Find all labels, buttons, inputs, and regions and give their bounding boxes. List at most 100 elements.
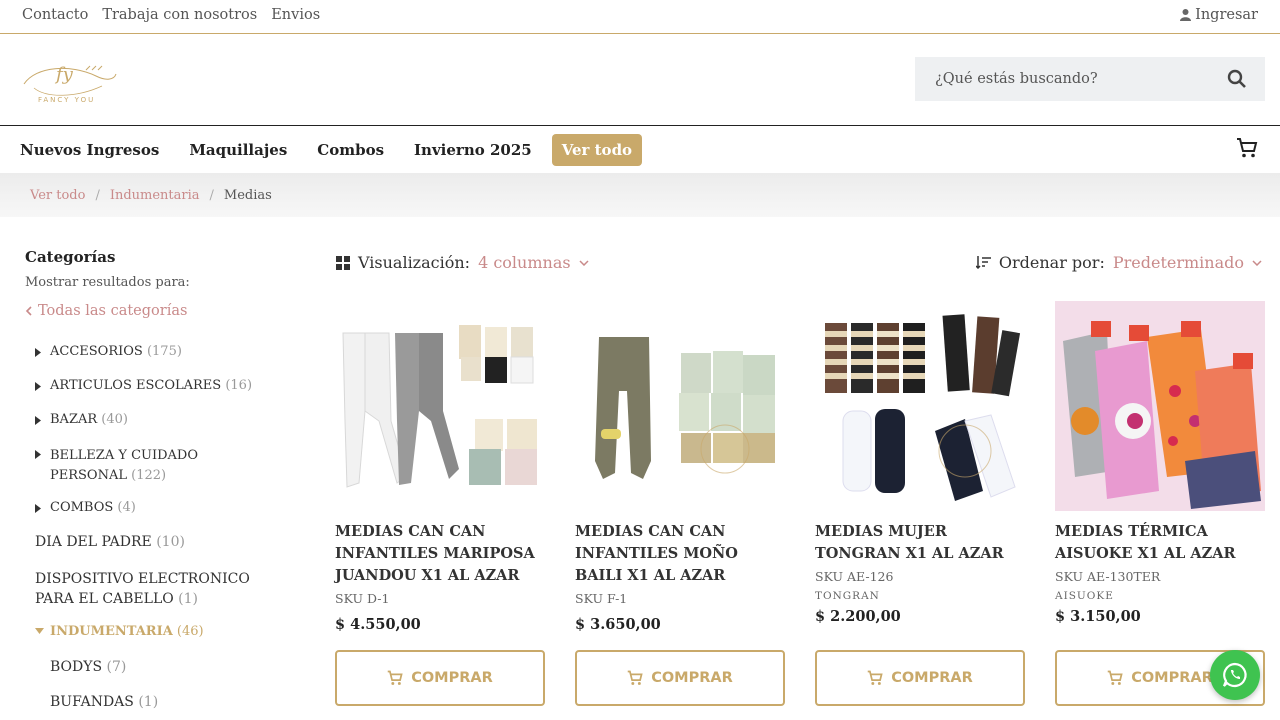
sidebar-title: Categorías <box>25 248 116 266</box>
sort-selector[interactable]: Ordenar por: Predeterminado <box>975 253 1262 272</box>
view-selector[interactable]: Visualización: 4 columnas <box>336 253 589 272</box>
product-sku: SKU AE-126 <box>815 569 894 584</box>
category-count: (10) <box>156 534 185 550</box>
chevron-down-icon <box>1252 259 1262 266</box>
logo-text: FANCY YOU <box>38 96 96 104</box>
category-bodys[interactable]: BODYS (7) <box>50 659 126 675</box>
whatsapp-icon <box>1222 662 1247 688</box>
product-title[interactable]: MEDIAS MUJER TONGRAN X1 AL AZAR <box>815 521 1025 565</box>
work-with-us-link[interactable]: Trabaja con nosotros <box>102 7 257 23</box>
product-title[interactable]: MEDIAS CAN CAN INFANTILES MARIPOSA JUAND… <box>335 521 545 587</box>
view-value: 4 columnas <box>478 253 571 272</box>
grid-icon <box>336 255 350 270</box>
caret-right-icon <box>35 344 50 359</box>
buy-button[interactable]: COMPRAR <box>575 650 785 706</box>
nav-combos[interactable]: Combos <box>317 141 384 159</box>
sort-label: Ordenar por: <box>998 253 1105 272</box>
caret-down-icon <box>35 624 50 639</box>
caret-right-icon <box>35 378 50 393</box>
search-input[interactable] <box>935 71 1215 87</box>
top-bar: Contacto Trabaja con nosotros Envios Ing… <box>0 0 1280 34</box>
cart-icon[interactable] <box>1236 137 1258 159</box>
category-count: (1) <box>178 591 199 607</box>
sort-value: Predeterminado <box>1112 253 1244 272</box>
product-card: MEDIAS CAN CAN INFANTILES MARIPOSA JUAND… <box>335 301 545 633</box>
nav-winter-2025[interactable]: Invierno 2025 <box>414 141 532 159</box>
product-image[interactable] <box>815 301 1025 511</box>
nav-makeup[interactable]: Maquillajes <box>189 141 287 159</box>
buy-label: COMPRAR <box>891 670 973 686</box>
product-image[interactable] <box>1055 301 1265 511</box>
category-name: ARTICULOS ESCOLARES <box>50 378 222 393</box>
product-brand: AISUOKE <box>1055 590 1114 602</box>
whatsapp-button[interactable] <box>1210 650 1260 700</box>
shipping-link[interactable]: Envios <box>271 7 320 23</box>
category-fathers-day[interactable]: DIA DEL PADRE (10) <box>35 534 185 550</box>
svg-text:fy: fy <box>54 64 74 85</box>
category-count: (46) <box>176 624 204 639</box>
category-name: INDUMENTARIA <box>50 624 173 639</box>
product-image[interactable] <box>575 301 785 511</box>
view-all-button[interactable]: Ver todo <box>551 133 643 166</box>
category-sidebar: Categorías Mostrar resultados para: Toda… <box>25 248 285 319</box>
category-count: (7) <box>106 659 127 675</box>
all-categories-label: Todas las categorías <box>38 303 188 319</box>
breadcrumb-view-all[interactable]: Ver todo <box>30 188 85 203</box>
category-school-supplies[interactable]: ARTICULOS ESCOLARES (16) <box>35 378 252 393</box>
product-price: $ 3.150,00 <box>1055 608 1141 625</box>
category-name: ACCESORIOS <box>50 344 143 359</box>
category-scarves[interactable]: BUFANDAS (1) <box>50 694 158 710</box>
caret-right-icon <box>35 446 50 486</box>
category-count: (40) <box>101 412 128 427</box>
search-bar <box>915 57 1265 101</box>
user-icon <box>1180 9 1192 21</box>
product-sku: SKU AE-130TER <box>1055 569 1161 584</box>
all-categories-link[interactable]: Todas las categorías <box>25 303 285 319</box>
category-name: BELLEZA Y CUIDADO PERSONAL <box>50 448 198 483</box>
buy-label: COMPRAR <box>411 670 493 686</box>
buy-button[interactable]: COMPRAR <box>335 650 545 706</box>
chevron-left-icon <box>25 306 32 316</box>
category-beauty[interactable]: BELLEZA Y CUIDADO PERSONAL (122) <box>35 446 275 486</box>
sort-icon <box>975 256 991 269</box>
product-sku: SKU F-1 <box>575 591 628 606</box>
product-image[interactable] <box>335 301 545 511</box>
cart-icon <box>387 670 403 685</box>
category-combos[interactable]: COMBOS (4) <box>35 500 136 515</box>
buy-button[interactable]: COMPRAR <box>815 650 1025 706</box>
breadcrumb-current: Medias <box>223 187 272 203</box>
listing-toolbar: Visualización: 4 columnas Ordenar por: P… <box>336 253 1266 277</box>
category-name: BAZAR <box>50 412 98 427</box>
category-count: (175) <box>146 344 182 359</box>
category-name: DIA DEL PADRE <box>35 534 152 550</box>
breadcrumb-separator: / <box>209 187 214 203</box>
category-name: COMBOS <box>50 500 114 515</box>
nav-new-arrivals[interactable]: Nuevos Ingresos <box>20 141 159 159</box>
category-hair-device[interactable]: DISPOSITIVO ELECTRONICO PARA EL CABELLO … <box>35 569 285 609</box>
product-price: $ 4.550,00 <box>335 616 421 633</box>
login-link[interactable]: Ingresar <box>1180 7 1258 23</box>
chevron-down-icon <box>579 259 589 266</box>
category-count: (16) <box>225 378 253 393</box>
breadcrumb-separator: / <box>95 187 100 203</box>
category-count: (122) <box>131 468 167 483</box>
category-bazar[interactable]: BAZAR (40) <box>35 412 128 427</box>
category-count: (1) <box>138 694 159 710</box>
product-title[interactable]: MEDIAS TÉRMICA AISUOKE X1 AL AZAR <box>1055 521 1265 565</box>
buy-label: COMPRAR <box>1131 670 1213 686</box>
category-name: BODYS <box>50 659 103 675</box>
category-accessories[interactable]: ACCESORIOS (175) <box>35 344 182 359</box>
cart-icon <box>1107 670 1123 685</box>
search-icon[interactable] <box>1227 69 1247 89</box>
buy-label: COMPRAR <box>651 670 733 686</box>
breadcrumb-clothing[interactable]: Indumentaria <box>110 188 200 203</box>
category-clothing[interactable]: INDUMENTARIA (46) <box>35 624 204 639</box>
product-card: MEDIAS CAN CAN INFANTILES MOÑO BAILI X1 … <box>575 301 785 633</box>
product-card: MEDIAS TÉRMICA AISUOKE X1 AL AZAR SKU AE… <box>1055 301 1265 625</box>
contact-link[interactable]: Contacto <box>22 7 88 23</box>
product-title[interactable]: MEDIAS CAN CAN INFANTILES MOÑO BAILI X1 … <box>575 521 785 587</box>
main-nav: Nuevos Ingresos Maquillajes Combos Invie… <box>0 126 1280 173</box>
product-sku: SKU D-1 <box>335 591 390 606</box>
sidebar-subtitle: Mostrar resultados para: <box>25 275 190 290</box>
breadcrumb: Ver todo / Indumentaria / Medias <box>0 173 1280 217</box>
